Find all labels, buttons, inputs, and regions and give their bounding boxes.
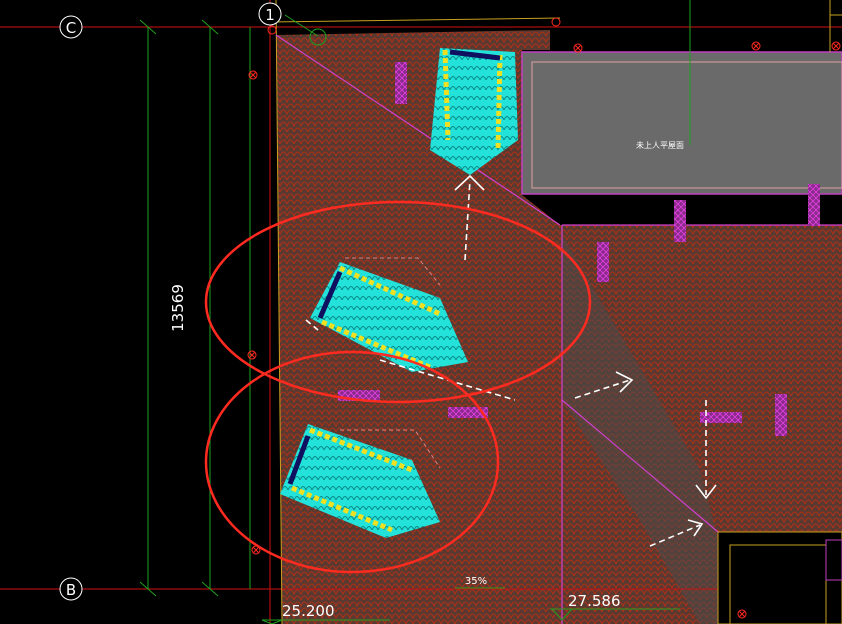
flat-roof-label: 未上人平屋面 <box>636 140 684 150</box>
elev-triangle-left <box>261 619 283 624</box>
axis-label-c: C <box>66 19 76 37</box>
flat-roof-area <box>521 51 842 195</box>
vent-3 <box>597 242 609 282</box>
axis-label-1: 1 <box>265 6 275 24</box>
axis-label-b: B <box>66 581 76 599</box>
vent-5 <box>775 394 787 436</box>
wall-line-top <box>269 17 561 23</box>
stair-void-edge <box>825 539 842 581</box>
slope-label: 35% <box>465 576 487 587</box>
vent-4 <box>808 184 820 226</box>
elevation-right: 27.586 <box>568 592 621 610</box>
elevation-left: 25.200 <box>282 602 335 620</box>
stair-void <box>717 531 842 624</box>
dimension-text-vertical: 13569 <box>169 284 187 332</box>
vent-2 <box>674 200 686 242</box>
green-leader <box>284 14 319 37</box>
vent-1 <box>395 62 407 104</box>
cad-drawing: 未上人平屋面 C B 1 13569 35% 25.200 27.586 <box>0 0 842 624</box>
